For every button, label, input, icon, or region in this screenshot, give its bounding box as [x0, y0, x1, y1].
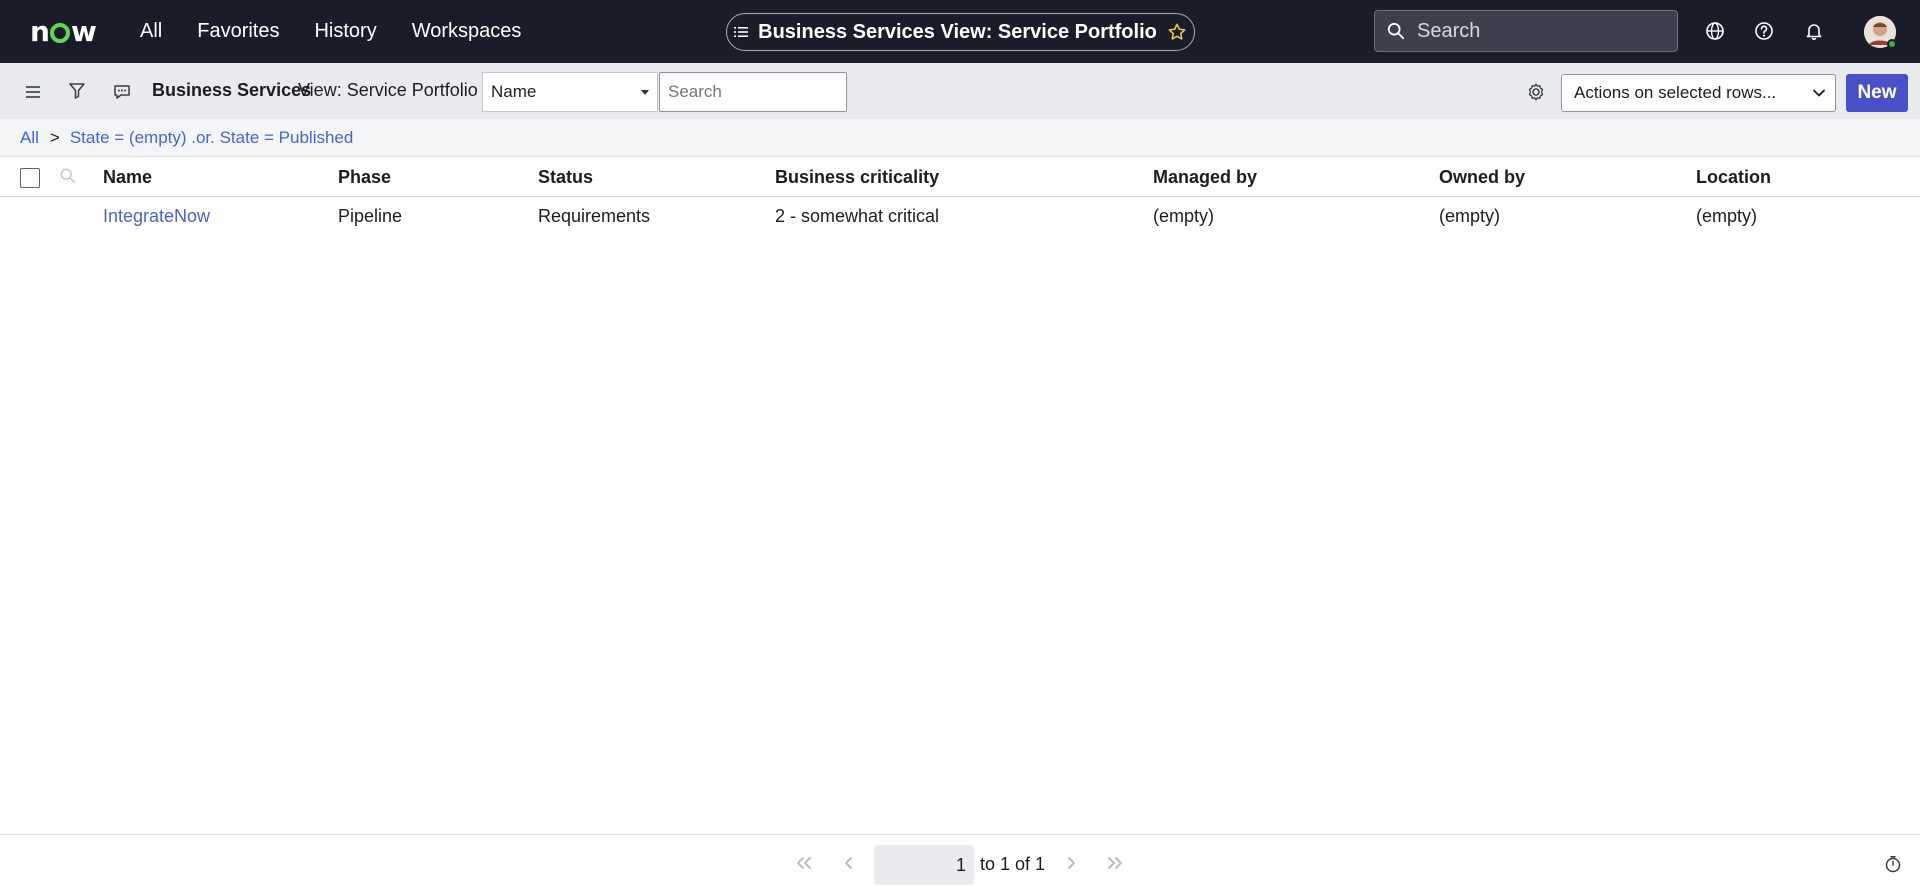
column-header-owned-by[interactable]: Owned by	[1439, 167, 1525, 188]
last-page-icon[interactable]	[1106, 856, 1124, 870]
list-title[interactable]: Business Services	[152, 80, 311, 101]
column-search-icon[interactable]	[59, 167, 77, 185]
cell-name-link[interactable]: IntegrateNow	[103, 206, 210, 227]
context-title: Business Services View: Service Portfoli…	[758, 20, 1157, 43]
top-navigation-bar: nw All Favorites History Workspaces Busi…	[0, 0, 1920, 63]
nav-link-workspaces[interactable]: Workspaces	[412, 20, 522, 43]
user-avatar[interactable]	[1864, 16, 1897, 49]
list-icon	[734, 27, 749, 37]
list-search-input[interactable]	[659, 72, 847, 112]
chevron-down-icon	[1813, 89, 1825, 97]
cell-owned-by: (empty)	[1439, 206, 1501, 226]
breadcrumb-separator: >	[49, 127, 60, 147]
globe-icon[interactable]	[1705, 21, 1725, 41]
dropdown-caret-icon	[641, 90, 649, 95]
gear-icon[interactable]	[1526, 82, 1546, 102]
search-field-select[interactable]: Name	[482, 72, 658, 112]
servicenow-logo[interactable]: nw	[30, 14, 97, 48]
page-number-input[interactable]: 1	[874, 845, 974, 885]
online-status-dot	[1887, 39, 1897, 49]
nav-link-all[interactable]: All	[140, 20, 162, 43]
cell-phase: Pipeline	[338, 206, 403, 226]
help-icon[interactable]	[1754, 21, 1774, 41]
table-header: Name Phase Status Business criticality M…	[0, 157, 1920, 197]
column-header-phase[interactable]: Phase	[338, 167, 391, 188]
nav-link-favorites[interactable]: Favorites	[197, 20, 279, 43]
bell-icon[interactable]	[1804, 21, 1824, 41]
page-range-text: to 1 of 1	[980, 854, 1046, 874]
cell-business-criticality: 2 - somewhat critical	[775, 206, 940, 226]
column-header-name[interactable]: Name	[103, 167, 152, 188]
filter-icon[interactable]	[67, 81, 87, 101]
breadcrumb-filter-link[interactable]: State = (empty) .or. State = Published	[70, 128, 354, 148]
cell-location: (empty)	[1696, 206, 1758, 226]
table-row: IntegrateNow Pipeline Requirements 2 - s…	[0, 197, 1920, 237]
response-time-icon[interactable]	[1884, 855, 1902, 873]
column-header-managed-by[interactable]: Managed by	[1153, 167, 1257, 188]
nav-link-history[interactable]: History	[314, 20, 376, 43]
column-header-status[interactable]: Status	[538, 167, 593, 188]
global-search-placeholder: Search	[1417, 19, 1481, 42]
context-title-pill[interactable]: Business Services View: Service Portfoli…	[726, 13, 1195, 51]
cell-status: Requirements	[538, 206, 651, 226]
pagination-footer: 1 to 1 of 1	[0, 834, 1920, 887]
breadcrumb-all-link[interactable]: All	[20, 128, 39, 148]
global-search-input[interactable]: Search	[1374, 10, 1678, 52]
first-page-icon[interactable]	[795, 856, 813, 870]
column-header-business-criticality[interactable]: Business criticality	[775, 167, 939, 188]
actions-on-selected-rows-select[interactable]: Actions on selected rows...	[1561, 74, 1836, 112]
comment-icon[interactable]	[112, 82, 132, 102]
breadcrumb: All > State = (empty) .or. State = Publi…	[0, 119, 1920, 157]
actions-select-value: Actions on selected rows...	[1574, 83, 1777, 102]
logo-text: nw	[30, 14, 97, 48]
next-page-icon[interactable]	[1062, 856, 1080, 870]
nav-links: All Favorites History Workspaces	[140, 0, 556, 63]
search-field-value: Name	[491, 82, 537, 101]
favorite-star-icon[interactable]	[1167, 22, 1187, 42]
select-all-checkbox[interactable]	[20, 168, 40, 188]
hamburger-menu-icon[interactable]	[23, 82, 43, 102]
previous-page-icon[interactable]	[840, 856, 858, 870]
view-label[interactable]: View: Service Portfolio	[298, 80, 478, 101]
cell-managed-by: (empty)	[1153, 206, 1215, 226]
search-icon	[1387, 22, 1405, 40]
column-header-location[interactable]: Location	[1696, 167, 1771, 188]
new-button[interactable]: New	[1846, 74, 1908, 112]
